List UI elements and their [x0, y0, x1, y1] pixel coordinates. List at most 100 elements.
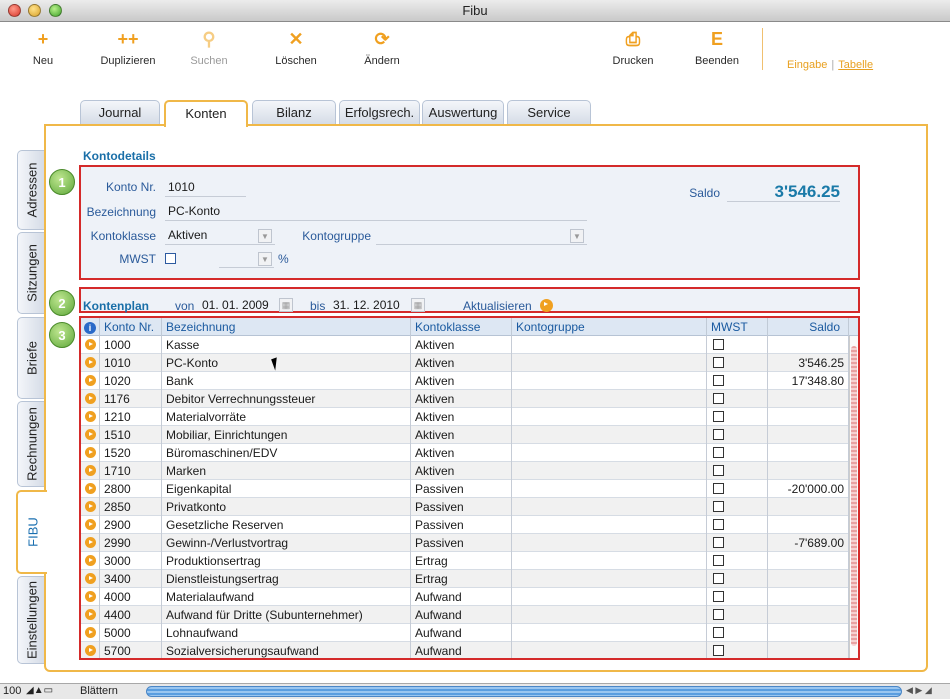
- table-row[interactable]: 5700 Sozialversicherungsaufwand Aufwand: [81, 642, 849, 658]
- konto-nr-field[interactable]: 1010: [165, 178, 246, 197]
- row-open-arrow-icon[interactable]: [85, 573, 96, 584]
- von-date-field[interactable]: 01. 01. 2009: [199, 296, 274, 315]
- row-open-cell[interactable]: [81, 408, 100, 426]
- row-open-cell[interactable]: [81, 390, 100, 408]
- row-mwst-checkbox[interactable]: [713, 537, 724, 548]
- row-open-cell[interactable]: [81, 462, 100, 480]
- row-open-arrow-icon[interactable]: [85, 375, 96, 386]
- info-icon[interactable]: i: [81, 318, 100, 336]
- table-row[interactable]: 3000 Produktionsertrag Ertrag: [81, 552, 849, 570]
- row-open-arrow-icon[interactable]: [85, 591, 96, 602]
- row-open-cell[interactable]: [81, 642, 100, 658]
- table-row[interactable]: 1176 Debitor Verrechnungssteuer Aktiven: [81, 390, 849, 408]
- row-mwst-checkbox[interactable]: [713, 555, 724, 566]
- row-mwst-checkbox[interactable]: [713, 357, 724, 368]
- zoom-level[interactable]: 100: [3, 685, 21, 697]
- row-open-arrow-icon[interactable]: [85, 627, 96, 638]
- row-open-cell[interactable]: [81, 588, 100, 606]
- row-open-cell[interactable]: [81, 498, 100, 516]
- column-header-mwst[interactable]: MWST: [707, 318, 768, 336]
- row-mwst-checkbox[interactable]: [713, 483, 724, 494]
- bis-calendar-icon[interactable]: ▦: [411, 298, 425, 312]
- zoom-window-button[interactable]: [49, 4, 62, 17]
- row-mwst-checkbox[interactable]: [713, 591, 724, 602]
- row-open-arrow-icon[interactable]: [85, 429, 96, 440]
- table-row[interactable]: 1010 PC-Konto Aktiven 3'546.25: [81, 354, 849, 372]
- table-scrollbar-thumb[interactable]: [851, 346, 857, 646]
- duplicate-button[interactable]: ++ Duplizieren: [83, 22, 173, 84]
- aktualisieren-play-icon[interactable]: [540, 299, 553, 312]
- row-mwst-checkbox[interactable]: [713, 447, 724, 458]
- column-header-saldo[interactable]: Saldo: [768, 318, 849, 336]
- tab-auswertung[interactable]: Auswertung: [422, 100, 504, 125]
- table-row[interactable]: 3400 Dienstleistungsertrag Ertrag: [81, 570, 849, 588]
- side-tab-rechnungen[interactable]: Rechnungen: [17, 401, 45, 487]
- row-open-arrow-icon[interactable]: [85, 447, 96, 458]
- bezeichnung-field[interactable]: PC-Konto: [165, 202, 587, 221]
- edit-button[interactable]: ⟳ Ändern: [337, 22, 427, 84]
- row-open-arrow-icon[interactable]: [85, 465, 96, 476]
- tab-bilanz[interactable]: Bilanz: [252, 100, 336, 125]
- column-header-bezeichnung[interactable]: Bezeichnung: [162, 318, 411, 336]
- delete-button[interactable]: ✕ Löschen: [251, 22, 341, 84]
- table-row[interactable]: 2900 Gesetzliche Reserven Passiven: [81, 516, 849, 534]
- table-row[interactable]: 2990 Gewinn-/Verlustvortrag Passiven -7'689…: [81, 534, 849, 552]
- search-button[interactable]: ⚲ Suchen: [164, 22, 254, 84]
- row-open-arrow-icon[interactable]: [85, 519, 96, 530]
- row-open-cell[interactable]: [81, 570, 100, 588]
- scroll-arrows-icon[interactable]: ◀ ▶ ◢: [906, 685, 932, 696]
- row-mwst-checkbox[interactable]: [713, 519, 724, 530]
- table-row[interactable]: 4400 Aufwand für Dritte (Subunternehmer) A…: [81, 606, 849, 624]
- row-open-cell[interactable]: [81, 516, 100, 534]
- row-open-arrow-icon[interactable]: [85, 609, 96, 620]
- table-row[interactable]: 1020 Bank Aktiven 17'348.80: [81, 372, 849, 390]
- tab-service[interactable]: Service: [507, 100, 591, 125]
- row-open-cell[interactable]: [81, 426, 100, 444]
- table-row[interactable]: 2800 Eigenkapital Passiven -20'000.00: [81, 480, 849, 498]
- row-mwst-checkbox[interactable]: [713, 393, 724, 404]
- row-open-arrow-icon[interactable]: [85, 501, 96, 512]
- row-open-arrow-icon[interactable]: [85, 357, 96, 368]
- table-scrollbar[interactable]: [849, 336, 858, 658]
- side-tab-sitzungen[interactable]: Sitzungen: [17, 232, 45, 314]
- column-header-kontoklasse[interactable]: Kontoklasse: [411, 318, 512, 336]
- side-tab-adressen[interactable]: Adressen: [17, 150, 45, 230]
- bis-date-field[interactable]: 31. 12. 2010: [330, 296, 408, 315]
- table-row[interactable]: 5000 Lohnaufwand Aufwand: [81, 624, 849, 642]
- row-mwst-checkbox[interactable]: [713, 465, 724, 476]
- aktualisieren-label[interactable]: Aktualisieren: [463, 299, 532, 313]
- table-row[interactable]: 2850 Privatkonto Passiven: [81, 498, 849, 516]
- zoom-controls-icon[interactable]: ◢▲▭: [26, 685, 53, 696]
- row-open-arrow-icon[interactable]: [85, 645, 96, 656]
- side-tab-einstellungen[interactable]: Einstellungen: [17, 576, 45, 664]
- tab-erfolgsrech[interactable]: Erfolgsrech.: [339, 100, 420, 125]
- table-row[interactable]: 4000 Materialaufwand Aufwand: [81, 588, 849, 606]
- side-tab-briefe[interactable]: Briefe: [17, 317, 45, 399]
- table-row[interactable]: 1210 Materialvorräte Aktiven: [81, 408, 849, 426]
- row-mwst-checkbox[interactable]: [713, 627, 724, 638]
- mwst-checkbox[interactable]: [165, 253, 176, 264]
- row-open-arrow-icon[interactable]: [85, 555, 96, 566]
- von-calendar-icon[interactable]: ▦: [279, 298, 293, 312]
- row-open-cell[interactable]: [81, 534, 100, 552]
- row-open-cell[interactable]: [81, 372, 100, 390]
- mwst-rate-dropdown-icon[interactable]: ▼: [258, 252, 272, 266]
- row-open-cell[interactable]: [81, 444, 100, 462]
- table-row[interactable]: 1710 Marken Aktiven: [81, 462, 849, 480]
- row-open-arrow-icon[interactable]: [85, 393, 96, 404]
- row-mwst-checkbox[interactable]: [713, 501, 724, 512]
- table-row[interactable]: 1510 Mobiliar, Einrichtungen Aktiven: [81, 426, 849, 444]
- quit-button[interactable]: E Beenden: [672, 22, 762, 84]
- row-open-arrow-icon[interactable]: [85, 483, 96, 494]
- row-open-cell[interactable]: [81, 606, 100, 624]
- row-open-cell[interactable]: [81, 552, 100, 570]
- row-open-cell[interactable]: [81, 480, 100, 498]
- kontogruppe-select[interactable]: [376, 226, 587, 245]
- kontogruppe-dropdown-icon[interactable]: ▼: [570, 229, 584, 243]
- table-row[interactable]: 1000 Kasse Aktiven: [81, 336, 849, 354]
- row-open-arrow-icon[interactable]: [85, 339, 96, 350]
- table-row[interactable]: 1520 Büromaschinen/EDV Aktiven: [81, 444, 849, 462]
- close-window-button[interactable]: [8, 4, 21, 17]
- row-open-arrow-icon[interactable]: [85, 537, 96, 548]
- row-open-arrow-icon[interactable]: [85, 411, 96, 422]
